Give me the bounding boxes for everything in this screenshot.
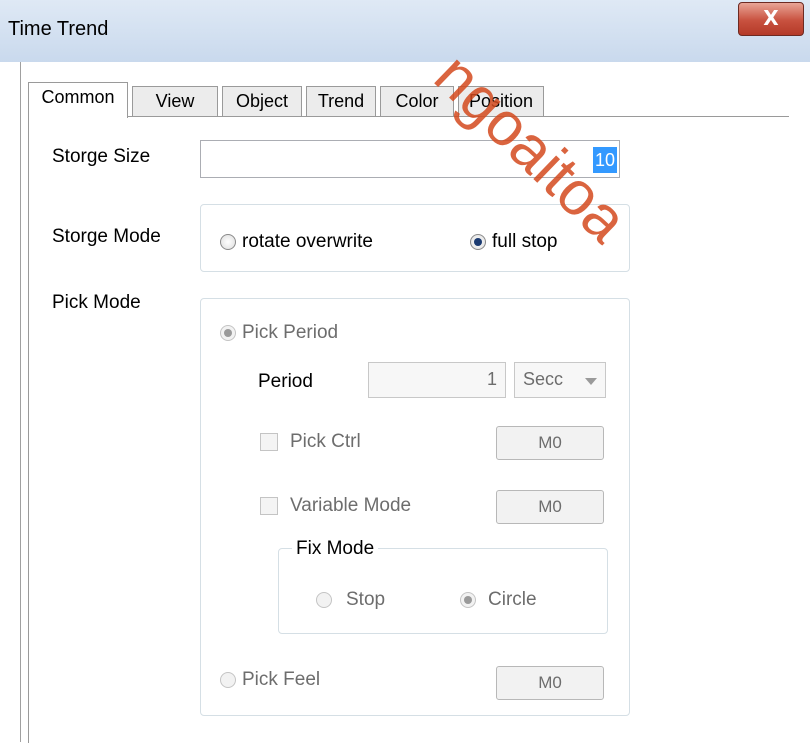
- period-unit-value: Secc: [523, 369, 564, 389]
- pick-period-radio[interactable]: [220, 325, 236, 341]
- window-title: Time Trend: [8, 18, 109, 40]
- storge-size-input[interactable]: 10: [200, 140, 620, 178]
- fix-mode-group: [278, 548, 608, 634]
- fix-mode-circle-label: Circle: [488, 589, 537, 610]
- tab-trend[interactable]: Trend: [306, 86, 376, 116]
- full-stop-radio[interactable]: [470, 234, 486, 250]
- frame-border: [20, 62, 21, 742]
- tab-position[interactable]: Position: [458, 86, 544, 116]
- period-unit-select[interactable]: Secc: [514, 362, 606, 398]
- full-stop-label: full stop: [492, 231, 558, 252]
- tab-view[interactable]: View: [132, 86, 218, 116]
- fix-mode-stop-label: Stop: [346, 589, 386, 610]
- period-input[interactable]: 1: [368, 362, 506, 398]
- storge-size-value: 10: [592, 147, 617, 173]
- pick-feel-radio[interactable]: [220, 672, 236, 688]
- pick-mode-label: Pick Mode: [52, 292, 141, 313]
- storge-size-label: Storge Size: [52, 146, 151, 167]
- pick-feel-address-button[interactable]: M0: [496, 666, 604, 700]
- pick-ctrl-checkbox[interactable]: [260, 433, 278, 451]
- chevron-down-icon: [585, 378, 597, 385]
- tab-common[interactable]: Common: [28, 82, 128, 118]
- fix-mode-stop-radio[interactable]: [316, 592, 332, 608]
- pick-ctrl-label: Pick Ctrl: [290, 431, 361, 452]
- variable-mode-label: Variable Mode: [290, 495, 412, 516]
- period-label: Period: [258, 371, 313, 392]
- pick-ctrl-address-button[interactable]: M0: [496, 426, 604, 460]
- pick-period-label: Pick Period: [242, 322, 339, 343]
- storge-mode-label: Storge Mode: [52, 226, 161, 247]
- fix-mode-legend: Fix Mode: [292, 538, 379, 560]
- variable-mode-checkbox[interactable]: [260, 497, 278, 515]
- close-icon: X: [763, 6, 779, 30]
- variable-mode-address-button[interactable]: M0: [496, 490, 604, 524]
- rotate-overwrite-label: rotate overwrite: [242, 231, 373, 252]
- tab-color[interactable]: Color: [380, 86, 454, 116]
- fix-mode-circle-radio[interactable]: [460, 592, 476, 608]
- pick-feel-label: Pick Feel: [242, 669, 321, 690]
- rotate-overwrite-radio[interactable]: [220, 234, 236, 250]
- title-bar: Time Trend X: [0, 0, 810, 62]
- period-value: 1: [486, 369, 497, 389]
- close-button[interactable]: X: [738, 2, 804, 36]
- tab-object[interactable]: Object: [222, 86, 302, 116]
